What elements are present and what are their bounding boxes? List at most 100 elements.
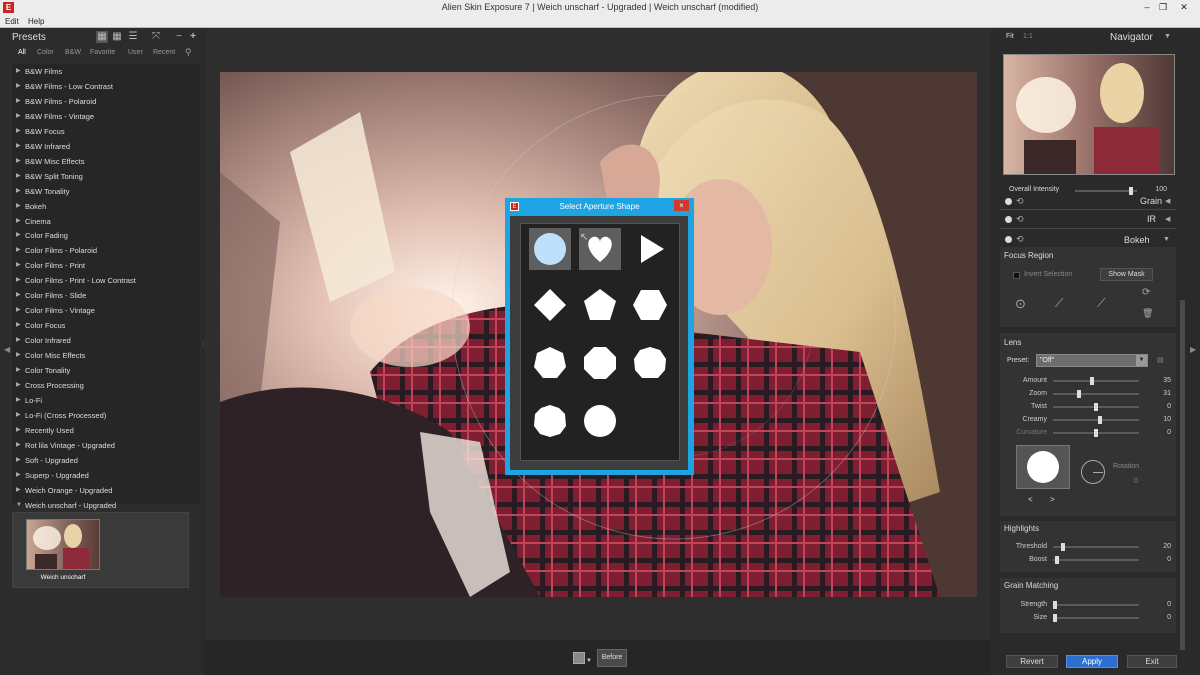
menu-help[interactable]: Help xyxy=(28,16,44,28)
preset-group-item[interactable]: ▶ Color Films - Print - Low Contrast xyxy=(12,273,200,288)
show-mask-button[interactable]: Show Mask xyxy=(1100,268,1153,281)
trash-icon[interactable]: 🗑 xyxy=(1142,308,1153,319)
chevron-right-icon[interactable]: ▶ xyxy=(16,483,21,498)
slider-knob[interactable] xyxy=(1098,416,1103,424)
slider-knob[interactable] xyxy=(1052,614,1057,622)
swatch-dropdown-icon[interactable]: ▼ xyxy=(586,658,592,664)
overall-intensity-slider[interactable] xyxy=(1075,190,1137,192)
chevron-right-icon[interactable]: ▶ xyxy=(16,154,21,169)
filter-color[interactable]: Color xyxy=(37,49,54,56)
navigator-preview[interactable] xyxy=(1003,54,1175,175)
rotation-dial[interactable] xyxy=(1081,460,1105,484)
preset-group-item[interactable]: ▶ B&W Films - Polaroid xyxy=(12,94,200,109)
ir-panel-title[interactable]: IR xyxy=(1147,214,1156,224)
shape-nonagon[interactable] xyxy=(629,342,671,384)
search-icon[interactable]: ⚲ xyxy=(185,47,192,58)
list-view-icon[interactable]: ☰ xyxy=(127,31,139,43)
preset-group-item[interactable]: ▶ Color Films - Polaroid xyxy=(12,243,200,258)
slider-track[interactable] xyxy=(1053,559,1139,561)
bokeh-reset-icon[interactable]: ⟲ xyxy=(1016,235,1025,244)
slider-track[interactable] xyxy=(1053,617,1139,619)
bokeh-collapse-icon[interactable]: ▼ xyxy=(1163,236,1170,243)
linear-focus-icon[interactable]: ⟋ xyxy=(1055,296,1063,311)
grain-toggle-icon[interactable] xyxy=(1005,198,1012,205)
preset-group-item[interactable]: ▶ Cross Processing xyxy=(12,378,200,393)
overall-intensity-knob[interactable] xyxy=(1128,187,1133,195)
preset-group-item[interactable]: ▶ Bokeh xyxy=(12,199,200,214)
shape-heptagon[interactable] xyxy=(529,342,571,384)
preset-thumbnail[interactable] xyxy=(26,519,100,570)
chevron-right-icon[interactable]: ▶ xyxy=(16,243,21,258)
preset-group-item[interactable]: ▶ Rot lila Vintage - Upgraded xyxy=(12,438,200,453)
filter-favorite[interactable]: Favorite xyxy=(90,49,115,56)
filter-all[interactable]: All xyxy=(18,49,26,56)
preset-group-item[interactable]: ▶ Recently Used xyxy=(12,423,200,438)
invert-selection-checkbox[interactable] xyxy=(1013,272,1020,279)
grain-reset-icon[interactable]: ⟲ xyxy=(1016,197,1025,206)
preset-group-item[interactable]: ▶ Color Tonality xyxy=(12,363,200,378)
shape-hexagon[interactable] xyxy=(629,284,671,326)
right-panel-scrollbar[interactable] xyxy=(1180,300,1185,650)
chevron-right-icon[interactable]: ▶ xyxy=(16,453,21,468)
chevron-right-icon[interactable]: ▶ xyxy=(16,468,21,483)
preset-group-item[interactable]: ▶ Color Focus xyxy=(12,318,200,333)
collapse-right-icon[interactable]: ▶ xyxy=(1190,345,1196,354)
grain-expand-icon[interactable]: ◀ xyxy=(1165,197,1170,205)
chevron-right-icon[interactable]: ▶ xyxy=(16,288,21,303)
filter-bw[interactable]: B&W xyxy=(65,49,81,56)
reset-focus-icon[interactable]: ⟳ xyxy=(1142,287,1150,298)
chevron-down-icon[interactable]: ▼ xyxy=(1136,355,1147,366)
chevron-right-icon[interactable]: ▶ xyxy=(16,408,21,423)
shape-decagon[interactable] xyxy=(529,400,571,442)
grid-large-view-icon[interactable]: ▦ xyxy=(96,31,108,43)
close-window-icon[interactable]: ✕ xyxy=(1172,0,1196,16)
slider-knob[interactable] xyxy=(1061,543,1066,551)
grid-small-view-icon[interactable]: ▦ xyxy=(111,31,123,43)
shape-octagon[interactable] xyxy=(579,342,621,384)
preset-group-item[interactable]: ▶ B&W Infrared xyxy=(12,139,200,154)
collapse-icon[interactable]: ⤧ xyxy=(150,31,162,43)
shape-dodecagon[interactable] xyxy=(579,400,621,442)
chevron-right-icon[interactable]: ▶ xyxy=(16,393,21,408)
slider-track[interactable] xyxy=(1053,604,1139,606)
chevron-right-icon[interactable]: ▶ xyxy=(16,199,21,214)
shape-triangle[interactable] xyxy=(629,228,671,270)
chevron-right-icon[interactable]: ▶ xyxy=(16,184,21,199)
shape-pentagon[interactable] xyxy=(579,284,621,326)
aperture-shape-picker[interactable] xyxy=(1016,445,1070,489)
preset-group-item[interactable]: ▶ Lo-Fi xyxy=(12,393,200,408)
slider-track[interactable] xyxy=(1053,380,1139,382)
preset-group-item[interactable]: ▶ Weich Orange - Upgraded xyxy=(12,483,200,498)
slider-knob[interactable] xyxy=(1094,429,1098,437)
preset-group-item[interactable]: ▶ Soft - Upgraded xyxy=(12,453,200,468)
panel-splitter-handle[interactable]: ⋮ xyxy=(200,342,206,359)
chevron-right-icon[interactable]: ▶ xyxy=(16,348,21,363)
preset-group-item[interactable]: ▶ B&W Films - Low Contrast xyxy=(12,79,200,94)
preset-group-item[interactable]: ▶ Color Infrared xyxy=(12,333,200,348)
chevron-right-icon[interactable]: ▶ xyxy=(16,169,21,184)
revert-button[interactable]: Revert xyxy=(1006,655,1058,668)
nav-fit[interactable]: Fit xyxy=(1006,33,1014,40)
collapse-left-icon[interactable]: ◀ xyxy=(4,345,10,354)
background-color-swatch[interactable] xyxy=(573,652,585,664)
preset-group-item[interactable]: ▶ Lo-Fi (Cross Processed) xyxy=(12,408,200,423)
chevron-down-icon[interactable]: ▼ xyxy=(16,498,22,513)
preset-group-item[interactable]: ▶ Cinema xyxy=(12,214,200,229)
chevron-right-icon[interactable]: ▶ xyxy=(16,303,21,318)
chevron-right-icon[interactable]: ▶ xyxy=(16,378,21,393)
shape-next-button[interactable]: > xyxy=(1050,495,1055,504)
menu-edit[interactable]: Edit xyxy=(5,16,19,28)
slider-knob[interactable] xyxy=(1089,377,1094,385)
dialog-close-button[interactable]: × xyxy=(674,200,689,211)
chevron-right-icon[interactable]: ▶ xyxy=(16,318,21,333)
chevron-right-icon[interactable]: ▶ xyxy=(16,423,21,438)
preset-group-item[interactable]: ▶ B&W Split Toning xyxy=(12,169,200,184)
nav-one-to-one[interactable]: 1:1 xyxy=(1023,33,1033,40)
preset-group-item[interactable]: ▶ Color Films - Print xyxy=(12,258,200,273)
exit-button[interactable]: Exit xyxy=(1127,655,1177,668)
preset-save-icon[interactable]: ▤ xyxy=(1157,356,1164,364)
slider-knob[interactable] xyxy=(1076,390,1081,398)
add-preset-icon[interactable]: + xyxy=(187,31,199,43)
chevron-right-icon[interactable]: ▶ xyxy=(16,109,21,124)
remove-preset-icon[interactable]: − xyxy=(173,31,185,43)
